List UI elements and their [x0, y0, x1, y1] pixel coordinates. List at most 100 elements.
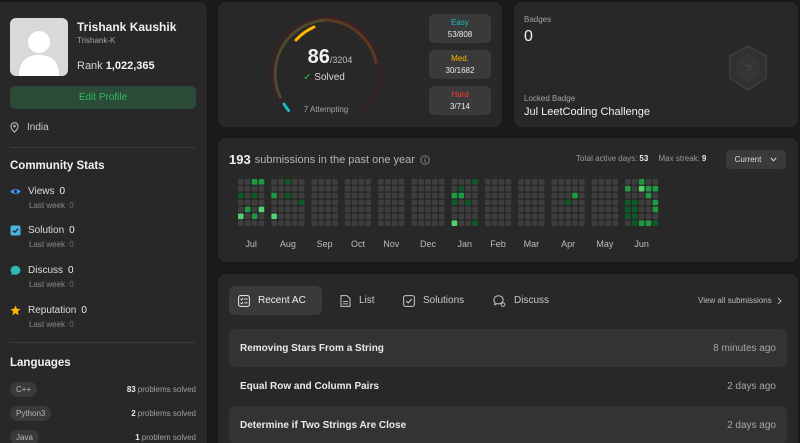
heatmap-cell[interactable]	[505, 185, 512, 192]
tab-solutions[interactable]: Solutions	[394, 286, 473, 315]
heatmap-cell[interactable]	[238, 220, 244, 226]
heatmap-cell[interactable]	[638, 179, 645, 185]
heatmap-cell[interactable]	[551, 179, 558, 185]
heatmap-cell[interactable]	[572, 179, 578, 185]
heatmap-cell[interactable]	[605, 185, 612, 192]
heatmap-cell[interactable]	[612, 220, 618, 226]
heatmap-cell[interactable]	[271, 185, 277, 192]
heatmap-cell[interactable]	[425, 206, 431, 213]
heatmap-cell[interactable]	[391, 185, 398, 192]
heatmap-cell[interactable]	[385, 199, 391, 206]
heatmap-cell[interactable]	[458, 199, 465, 206]
heatmap-cell[interactable]	[378, 220, 384, 226]
recent-submission-row[interactable]: Determine if Two Strings Are Close 2 day…	[229, 406, 787, 443]
heatmap-cell[interactable]	[465, 199, 471, 206]
heatmap-cell[interactable]	[598, 179, 605, 185]
heatmap-cell[interactable]	[271, 206, 277, 213]
heatmap-cell[interactable]	[565, 206, 571, 213]
heatmap-cell[interactable]	[318, 213, 324, 220]
heatmap-cell[interactable]	[572, 220, 578, 226]
heatmap-cell[interactable]	[298, 199, 305, 206]
heatmap-cell[interactable]	[251, 220, 258, 226]
heatmap-cell[interactable]	[472, 179, 478, 185]
heatmap-cell[interactable]	[358, 220, 365, 226]
heatmap-cell[interactable]	[638, 213, 645, 220]
heatmap-cell[interactable]	[318, 220, 324, 226]
heatmap-cell[interactable]	[332, 185, 338, 192]
heatmap-cell[interactable]	[631, 220, 638, 226]
edit-profile-button[interactable]: Edit Profile	[10, 86, 196, 109]
heatmap-cell[interactable]	[385, 213, 391, 220]
heatmap-cell[interactable]	[425, 199, 431, 206]
heatmap-cell[interactable]	[484, 206, 491, 213]
heatmap-cell[interactable]	[332, 206, 338, 213]
heatmap-cell[interactable]	[244, 206, 251, 213]
heatmap-cell[interactable]	[271, 179, 277, 185]
heatmap-cell[interactable]	[498, 185, 505, 192]
heatmap-cell[interactable]	[238, 206, 244, 213]
heatmap-cell[interactable]	[598, 206, 605, 213]
heatmap-cell[interactable]	[439, 199, 445, 206]
heatmap-cell[interactable]	[398, 199, 405, 206]
heatmap-cell[interactable]	[385, 206, 391, 213]
heatmap-cell[interactable]	[652, 206, 659, 213]
heatmap-cell[interactable]	[439, 213, 445, 220]
heatmap-cell[interactable]	[311, 220, 318, 226]
heatmap-cell[interactable]	[484, 192, 491, 199]
heatmap-cell[interactable]	[458, 179, 465, 185]
heatmap-cell[interactable]	[631, 179, 638, 185]
heatmap-cell[interactable]	[271, 199, 277, 206]
heatmap-cell[interactable]	[498, 199, 505, 206]
heatmap-cell[interactable]	[625, 199, 631, 206]
heatmap-cell[interactable]	[298, 206, 305, 213]
heatmap-cell[interactable]	[398, 192, 405, 199]
heatmap-cell[interactable]	[391, 213, 398, 220]
language-tag[interactable]: Python3	[10, 406, 52, 421]
heatmap-cell[interactable]	[298, 185, 305, 192]
heatmap-cell[interactable]	[638, 192, 645, 199]
heatmap-cell[interactable]	[278, 199, 284, 206]
heatmap-cell[interactable]	[358, 206, 365, 213]
locked-badge-icon[interactable]: ?	[722, 42, 774, 94]
heatmap-cell[interactable]	[378, 199, 384, 206]
heatmap-cell[interactable]	[551, 206, 558, 213]
heatmap-cell[interactable]	[258, 213, 265, 220]
heatmap-cell[interactable]	[418, 213, 424, 220]
heatmap-cell[interactable]	[411, 185, 417, 192]
heatmap-cell[interactable]	[378, 192, 384, 199]
heatmap-cell[interactable]	[472, 192, 478, 199]
heatmap-cell[interactable]	[472, 206, 478, 213]
heatmap-cell[interactable]	[365, 199, 372, 206]
heatmap-cell[interactable]	[258, 199, 265, 206]
heatmap-cell[interactable]	[631, 192, 638, 199]
heatmap-cell[interactable]	[325, 179, 331, 185]
heatmap-cell[interactable]	[271, 192, 277, 199]
heatmap-cell[interactable]	[572, 199, 578, 206]
heatmap-cell[interactable]	[432, 206, 438, 213]
heatmap-cell[interactable]	[285, 220, 291, 226]
heatmap-cell[interactable]	[385, 192, 391, 199]
heatmap-cell[interactable]	[558, 213, 564, 220]
heatmap-cell[interactable]	[458, 220, 465, 226]
heatmap-cell[interactable]	[358, 192, 365, 199]
heatmap-cell[interactable]	[332, 220, 338, 226]
heatmap-cell[interactable]	[318, 179, 324, 185]
heatmap-cell[interactable]	[325, 199, 331, 206]
heatmap-cell[interactable]	[518, 185, 524, 192]
heatmap-cell[interactable]	[258, 206, 265, 213]
heatmap-cell[interactable]	[518, 206, 524, 213]
heatmap-cell[interactable]	[351, 213, 358, 220]
heatmap-cell[interactable]	[572, 213, 578, 220]
heatmap-cell[interactable]	[591, 206, 598, 213]
heatmap-cell[interactable]	[332, 179, 338, 185]
heatmap-cell[interactable]	[558, 185, 564, 192]
heatmap-cell[interactable]	[484, 220, 491, 226]
heatmap-cell[interactable]	[558, 206, 564, 213]
heatmap-cell[interactable]	[238, 185, 244, 192]
heatmap-cell[interactable]	[458, 192, 465, 199]
heatmap-cell[interactable]	[525, 206, 531, 213]
heatmap-cell[interactable]	[238, 213, 244, 220]
heatmap-cell[interactable]	[332, 199, 338, 206]
heatmap-cell[interactable]	[365, 220, 372, 226]
heatmap-cell[interactable]	[244, 192, 251, 199]
